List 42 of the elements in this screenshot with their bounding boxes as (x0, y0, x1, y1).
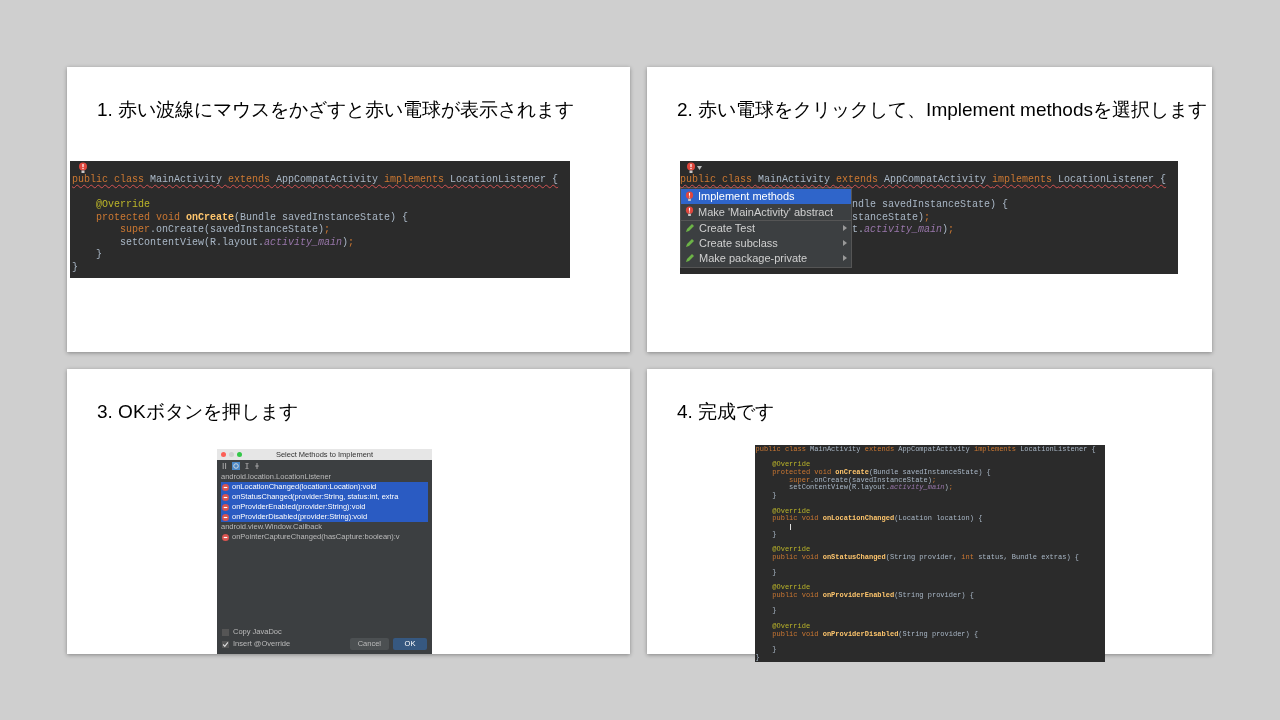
menu-item[interactable]: Implement methods (681, 188, 851, 204)
menu-item[interactable]: Create subclass (681, 235, 851, 251)
slide-title: 4. 完成です (677, 400, 776, 424)
lightbulb-icon (78, 162, 88, 174)
method-icon (222, 483, 229, 491)
method-icon (222, 513, 229, 521)
group-icon[interactable] (232, 462, 240, 470)
code-line: public class MainActivity extends AppCompatActivity implements LocationListener { (72, 174, 559, 185)
pencil-icon (685, 253, 695, 264)
menu-item[interactable]: Make package-private (681, 250, 851, 266)
code-line: @Override (95, 199, 150, 210)
slide-title: 3. OKボタンを押します (97, 400, 299, 424)
sort-icon[interactable] (222, 463, 228, 469)
code-line: } (95, 249, 102, 260)
checkbox[interactable] (222, 628, 229, 636)
code-line: ndle savedInstanceState) { (852, 199, 1009, 210)
method-icon (222, 533, 229, 541)
code-line: t.activity_main); (852, 224, 955, 235)
text-cursor (789, 523, 791, 530)
lightbulb-icon (685, 206, 694, 218)
slide-title: 2. 赤い電球をクリックして、Implement methodsを選択します (677, 98, 1208, 122)
code-line: stanceState); (852, 211, 931, 223)
pencil-icon (685, 237, 695, 248)
method-icon (222, 503, 229, 511)
slide-title: 1. 赤い波線にマウスをかざすと赤い電球が表示されます (97, 98, 576, 122)
code-line: setContentView(R.layout.activity_main); (119, 236, 355, 248)
dropdown-arrow-icon (697, 166, 702, 170)
method-icon (222, 493, 229, 501)
menu-item[interactable]: Make 'MainActivity' abstract (681, 204, 851, 220)
code-line: super.onCreate(savedInstanceState); (119, 224, 331, 235)
menu-item[interactable]: Create Test (681, 219, 851, 235)
lightbulb-icon (686, 162, 696, 174)
expand-icon[interactable] (244, 463, 250, 469)
lightbulb-icon (685, 190, 694, 202)
zoom-window-icon[interactable] (237, 452, 242, 457)
pencil-icon (685, 222, 695, 233)
code-line: } (72, 261, 78, 273)
code-line: public class MainActivity extends AppCompatActivity implements LocationListener { (680, 174, 1167, 185)
collapse-icon[interactable] (254, 463, 260, 469)
close-window-icon[interactable] (221, 452, 226, 457)
code-line: protected void onCreate(Bundle savedInstanceState) { (95, 211, 409, 223)
checkbox[interactable] (222, 640, 229, 648)
